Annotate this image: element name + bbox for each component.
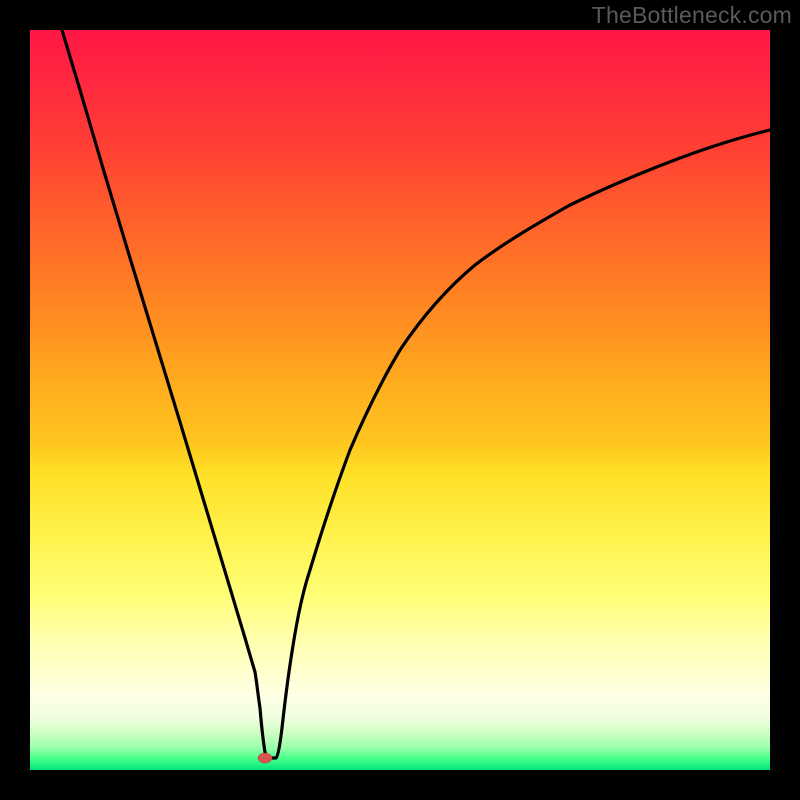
min-marker-dot (258, 753, 272, 763)
curve-svg (30, 30, 770, 770)
bottleneck-curve (62, 30, 770, 758)
plot-area (30, 30, 770, 770)
chart-frame: TheBottleneck.com (0, 0, 800, 800)
watermark-text: TheBottleneck.com (592, 2, 792, 29)
